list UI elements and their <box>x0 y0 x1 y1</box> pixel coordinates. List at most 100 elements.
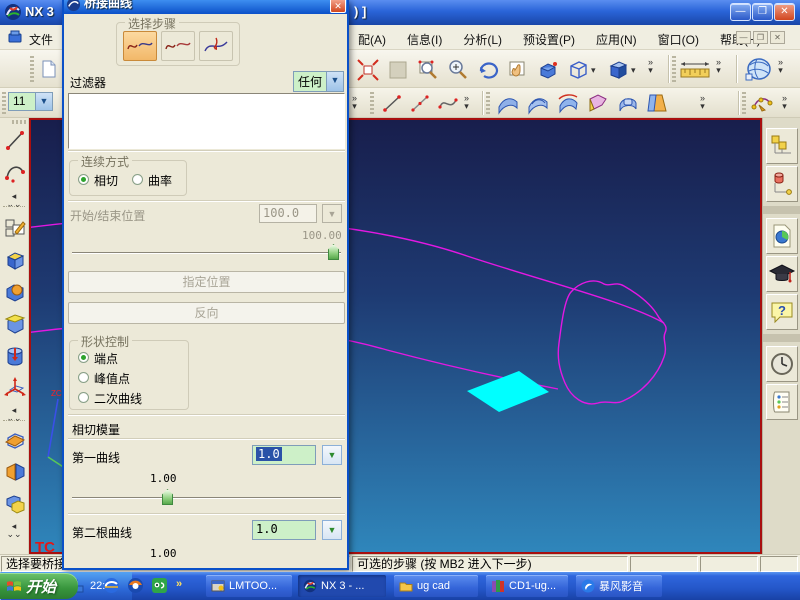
polyline-button[interactable] <box>406 90 433 116</box>
curvature-radio-label[interactable]: 曲率 <box>148 172 172 189</box>
tangent-radio[interactable] <box>78 174 89 185</box>
ruled-surface-button[interactable] <box>494 90 522 116</box>
first-curve-slider[interactable] <box>72 497 341 499</box>
split-body-button[interactable] <box>2 458 27 486</box>
point-set-button[interactable] <box>748 90 776 116</box>
menu-window[interactable]: 窗口(O) <box>656 29 701 50</box>
quick-launch-media-player[interactable] <box>126 576 145 595</box>
selected-face-highlight[interactable] <box>467 371 549 412</box>
tutorials-button[interactable] <box>766 256 798 292</box>
child-restore-button[interactable]: ❐ <box>753 31 768 44</box>
tube-surface-button[interactable] <box>614 90 642 116</box>
rotate-view-button[interactable] <box>474 56 501 83</box>
child-close-button[interactable]: ✕ <box>770 31 785 44</box>
bridge-curve-dialog[interactable]: 桥接曲线 ✕ 选择步骤 过滤器 任何 ▼ 连续方式 相切 曲率 开始/结束位置 <box>62 0 349 570</box>
second-curve-input[interactable]: 1.0 <box>252 520 316 540</box>
assembly-navigator-button[interactable] <box>766 128 798 164</box>
profile-curve-loop[interactable] <box>557 280 667 405</box>
start-end-spin-button[interactable]: ▼ <box>322 204 342 223</box>
step-shape-button[interactable] <box>199 31 233 61</box>
toolbar-drag-handle[interactable] <box>672 56 676 82</box>
section-surface-button[interactable] <box>584 90 612 116</box>
datum-csys-button[interactable] <box>2 374 27 402</box>
menu-assemblies[interactable]: 配(A) <box>356 29 388 50</box>
window-close-button[interactable]: ✕ <box>774 3 795 21</box>
window-restore-button[interactable]: ❐ <box>752 3 773 21</box>
trim-body-button[interactable] <box>2 426 27 454</box>
zoom-disabled-button[interactable] <box>384 56 411 83</box>
task-ug-cad-folder[interactable]: ug cad <box>394 575 478 597</box>
menu-file[interactable]: 文件 <box>27 29 55 50</box>
task-lmtools[interactable]: LMTOO... <box>206 575 292 597</box>
zoom-region-button[interactable] <box>414 56 441 83</box>
dialog-close-button[interactable]: ✕ <box>330 0 346 13</box>
datum-plane-button[interactable] <box>2 310 27 338</box>
swept-surface-button[interactable] <box>554 90 582 116</box>
hole-button[interactable] <box>2 342 27 370</box>
through-curves-button[interactable] <box>524 90 552 116</box>
task-storm-player[interactable]: 暴风影音 <box>576 575 662 597</box>
shaded-dropdown-arrow[interactable]: ▾ <box>631 66 636 75</box>
reverse-button[interactable]: 反向 <box>68 302 345 324</box>
layer-dropdown-arrow[interactable]: ▼ <box>36 92 53 111</box>
menu-preferences[interactable]: 预设置(P) <box>521 29 577 50</box>
part-navigator-button[interactable] <box>766 166 798 202</box>
filter-dropdown-arrow[interactable]: ▼ <box>327 71 344 92</box>
preview-button[interactable] <box>766 218 798 254</box>
first-curve-slider-thumb[interactable] <box>162 489 173 505</box>
endpoint-radio-label[interactable]: 端点 <box>94 350 118 367</box>
zoom-in-out-button[interactable] <box>444 56 471 83</box>
roles-overflow[interactable]: » ▾ <box>778 58 783 75</box>
peak-radio[interactable] <box>78 372 89 383</box>
menu-application[interactable]: 应用(N) <box>594 29 639 50</box>
first-curve-spin-button[interactable]: ▼ <box>322 445 342 465</box>
second-curve-spin-button[interactable]: ▼ <box>322 520 342 540</box>
measure-overflow[interactable]: » ▾ <box>716 58 721 75</box>
toolbar1-overflow[interactable]: » ▾ <box>648 58 653 75</box>
line-button[interactable] <box>378 90 405 116</box>
wireframe-display-button[interactable] <box>564 56 591 83</box>
start-end-input[interactable]: 100.0 <box>259 204 317 223</box>
history-button[interactable] <box>766 346 798 382</box>
menu-analysis[interactable]: 分析(L) <box>461 29 504 50</box>
fit-view-button[interactable] <box>354 56 381 83</box>
quick-launch-overflow[interactable]: » <box>176 578 182 590</box>
menu-information[interactable]: 信息(I) <box>405 29 444 50</box>
measure-button[interactable] <box>678 56 712 83</box>
start-button[interactable]: 开始 <box>0 573 78 599</box>
point-overflow[interactable]: » ▾ <box>782 94 787 111</box>
task-nx3[interactable]: NX 3 - ... <box>298 575 386 597</box>
extrude-button[interactable] <box>2 246 27 274</box>
quick-launch-browser[interactable] <box>102 576 121 595</box>
roles-button[interactable] <box>742 54 774 84</box>
feature-operation-expander[interactable]: ◂ ⌄⌄ <box>4 522 24 539</box>
tangent-radio-label[interactable]: 相切 <box>94 172 118 189</box>
peak-radio-label[interactable]: 峰值点 <box>94 370 130 387</box>
palettes-button[interactable] <box>766 384 798 420</box>
specify-position-button[interactable]: 指定位置 <box>68 271 345 293</box>
wireframe-dropdown-arrow[interactable]: ▾ <box>591 66 596 75</box>
step-first-curve-button[interactable] <box>123 31 157 61</box>
conic-radio[interactable] <box>78 392 89 403</box>
shaded-display-button[interactable] <box>604 56 631 83</box>
endpoint-radio[interactable] <box>78 352 89 363</box>
first-curve-input[interactable]: 1.0 <box>252 445 316 465</box>
line-tool-button[interactable] <box>2 126 27 154</box>
refresh-view-button[interactable] <box>534 56 561 83</box>
layer-combo[interactable]: 11 ▼ <box>8 92 53 111</box>
curvature-radio[interactable] <box>132 174 143 185</box>
pan-view-button[interactable] <box>504 56 531 83</box>
toolbar-drag-handle[interactable] <box>742 92 746 114</box>
child-minimize-button[interactable]: — <box>736 31 751 44</box>
help-button[interactable]: ? <box>766 294 798 330</box>
step-second-curve-button[interactable] <box>161 31 195 61</box>
unite-button[interactable] <box>2 278 27 306</box>
draft-surface-button[interactable] <box>644 90 672 116</box>
toolbar-drag-handle[interactable] <box>2 92 6 114</box>
sketch-button[interactable] <box>2 214 27 242</box>
start-end-slider[interactable] <box>72 252 341 254</box>
arc-tool-button[interactable] <box>2 158 27 186</box>
dialog-titlebar[interactable]: 桥接曲线 ✕ <box>64 0 347 14</box>
start-end-slider-thumb[interactable] <box>328 244 339 260</box>
conic-radio-label[interactable]: 二次曲线 <box>94 390 142 407</box>
